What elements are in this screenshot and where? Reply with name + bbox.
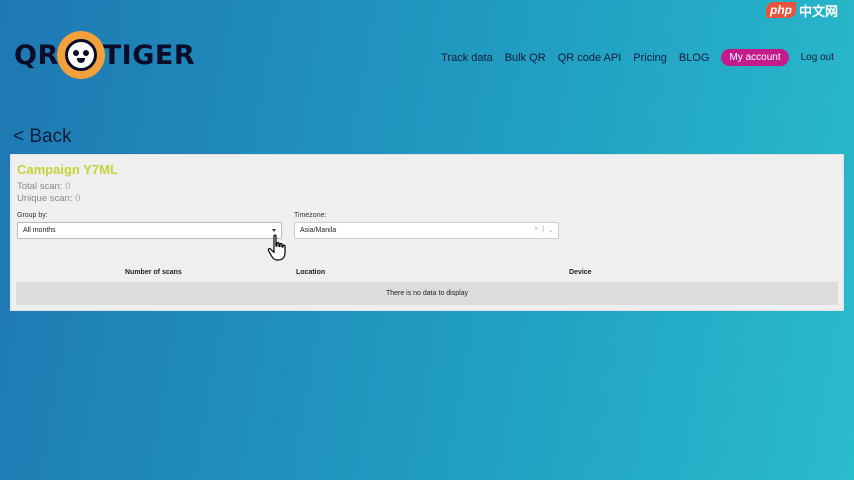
separator: | [542, 226, 545, 233]
logo-text-right: TIGER [102, 39, 196, 71]
col-header-location: Location [296, 269, 326, 276]
timezone-label: Timezone: [294, 212, 327, 219]
top-nav: Track data Bulk QR QR code API Pricing B… [441, 49, 834, 66]
back-link[interactable]: < Back [13, 126, 72, 148]
watermark: php 中文网 [766, 0, 848, 20]
nav-qr-code-api[interactable]: QR code API [558, 52, 622, 64]
unique-scan-row: Unique scan: 0 [17, 193, 80, 204]
caret-down-icon [272, 229, 276, 232]
clear-icon[interactable]: × [534, 226, 538, 234]
nav-pricing[interactable]: Pricing [633, 52, 667, 64]
group-by-value: All months [23, 227, 56, 234]
nav-bulk-qr[interactable]: Bulk QR [505, 52, 546, 64]
qr-tiger-logo[interactable]: QR TIGER [14, 30, 195, 80]
total-scan-row: Total scan: 0 [17, 181, 70, 192]
tiger-icon [56, 31, 105, 79]
nav-track-data[interactable]: Track data [441, 52, 493, 64]
watermark-site-text: 中文网 [799, 3, 839, 19]
campaign-title: Campaign Y7ML [17, 162, 118, 177]
total-scan-label: Total scan: [17, 181, 63, 192]
group-by-label: Group by: [17, 212, 48, 219]
timezone-select[interactable]: Asia/Manila × | ⌄ [294, 222, 559, 239]
timezone-value: Asia/Manila [300, 227, 337, 234]
unique-scan-value: 0 [75, 193, 81, 204]
empty-table-message: There is no data to display [16, 282, 838, 305]
hand-pointer-icon [267, 234, 286, 261]
campaign-card: Campaign Y7ML Total scan: 0 Unique scan:… [10, 154, 844, 311]
logout-link[interactable]: Log out [801, 52, 834, 63]
col-header-device: Device [569, 269, 592, 276]
col-header-number-of-scans: Number of scans [125, 269, 182, 276]
nav-blog[interactable]: BLOG [679, 52, 710, 64]
chevron-down-icon[interactable]: ⌄ [548, 226, 554, 234]
unique-scan-label: Unique scan: [17, 193, 73, 204]
watermark-php-logo: php [766, 2, 796, 18]
logo-text-left: QR [14, 39, 59, 71]
group-by-select[interactable]: All months [17, 222, 282, 239]
my-account-button[interactable]: My account [721, 49, 789, 66]
total-scan-value: 0 [65, 181, 71, 192]
